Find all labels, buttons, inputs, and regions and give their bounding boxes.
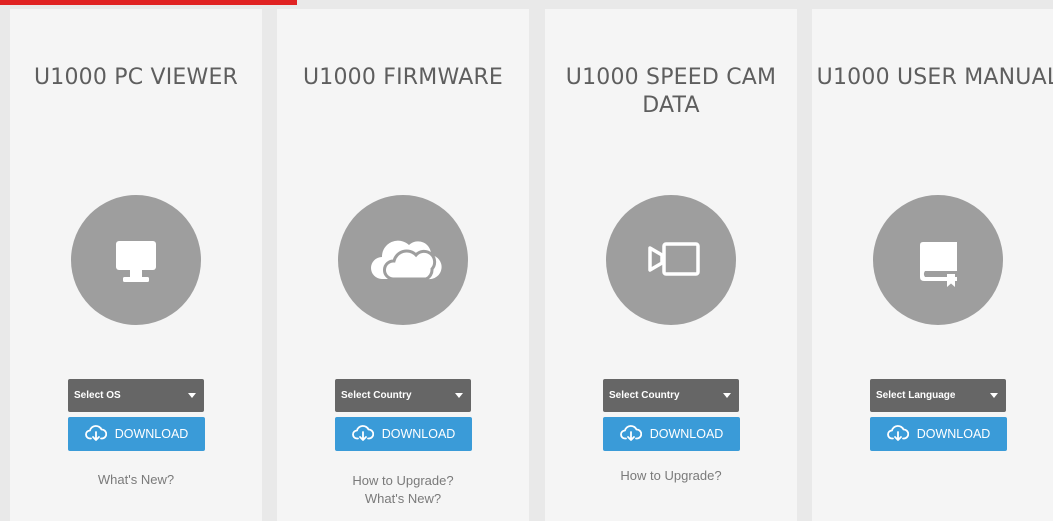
- select-country-dropdown[interactable]: Select Country: [603, 379, 739, 412]
- card-title: U1000 FIRMWARE: [302, 65, 504, 90]
- card-links: How to Upgrade?: [545, 467, 797, 485]
- card-links: How to Upgrade? What's New?: [277, 472, 529, 508]
- cloud-icon: [338, 195, 468, 325]
- select-label: Select Country: [341, 390, 412, 401]
- card-user-manual: U1000 USER MANUAL Select Language DOWNLO…: [812, 9, 1053, 521]
- cloud-download-icon: [351, 424, 374, 442]
- select-country-dropdown[interactable]: Select Country: [335, 379, 471, 412]
- cloud-download-icon: [84, 424, 107, 442]
- card-firmware: U1000 FIRMWARE Select Country DOWNLOAD H…: [277, 9, 529, 521]
- download-button[interactable]: DOWNLOAD: [870, 417, 1007, 451]
- whats-new-link[interactable]: What's New?: [10, 471, 262, 489]
- caret-down-icon: [990, 393, 998, 398]
- download-label: DOWNLOAD: [114, 427, 189, 441]
- download-label: DOWNLOAD: [381, 427, 456, 441]
- cloud-download-icon: [886, 424, 909, 442]
- select-label: Select Language: [876, 390, 956, 401]
- video-camera-icon: [606, 195, 736, 325]
- download-button[interactable]: DOWNLOAD: [603, 417, 740, 451]
- cloud-download-icon: [619, 424, 642, 442]
- download-cards: U1000 PC VIEWER Select OS DOWNLOAD What'…: [0, 9, 1053, 521]
- monitor-icon: [71, 195, 201, 325]
- card-title: U1000 USER MANUAL: [816, 65, 1053, 90]
- whats-new-link[interactable]: What's New?: [277, 490, 529, 508]
- how-to-upgrade-link[interactable]: How to Upgrade?: [545, 467, 797, 485]
- book-icon: [873, 195, 1003, 325]
- top-accent-bar: [0, 0, 297, 5]
- caret-down-icon: [723, 393, 731, 398]
- select-label: Select OS: [74, 390, 121, 401]
- card-pc-viewer: U1000 PC VIEWER Select OS DOWNLOAD What'…: [10, 9, 262, 521]
- card-links: What's New?: [10, 471, 262, 489]
- card-speed-cam-data: U1000 SPEED CAM DATA Select Country DOWN…: [545, 9, 797, 521]
- caret-down-icon: [455, 393, 463, 398]
- download-label: DOWNLOAD: [649, 427, 724, 441]
- download-button[interactable]: DOWNLOAD: [335, 417, 472, 451]
- select-os-dropdown[interactable]: Select OS: [68, 379, 204, 412]
- card-title: U1000 PC VIEWER: [33, 65, 239, 90]
- download-button[interactable]: DOWNLOAD: [68, 417, 205, 451]
- select-language-dropdown[interactable]: Select Language: [870, 379, 1006, 412]
- caret-down-icon: [188, 393, 196, 398]
- how-to-upgrade-link[interactable]: How to Upgrade?: [277, 472, 529, 490]
- download-label: DOWNLOAD: [916, 427, 991, 441]
- card-title: U1000 SPEED CAM DATA: [565, 65, 777, 118]
- select-label: Select Country: [609, 390, 680, 401]
